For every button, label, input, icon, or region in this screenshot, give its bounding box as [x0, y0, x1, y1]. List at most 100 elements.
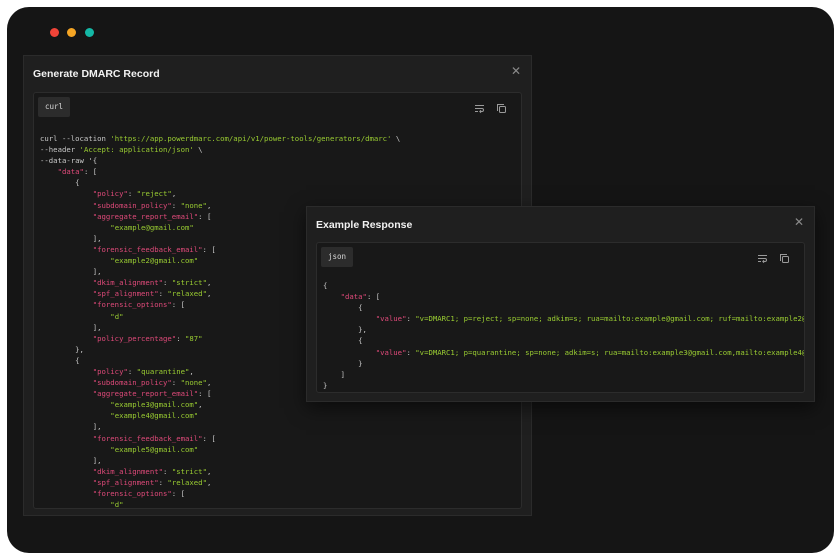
- code-key: "data": [340, 292, 367, 302]
- window-minimize-dot[interactable]: [67, 28, 76, 37]
- code-punct: curl --location: [40, 134, 111, 143]
- code-key: "aggregate_report_email": [92, 389, 199, 399]
- code-line: {: [323, 280, 804, 291]
- code-line: "example5@gmail.com": [40, 444, 400, 455]
- code-punct: : [: [198, 211, 212, 221]
- code-line: "d": [40, 499, 400, 509]
- code-punct: ,: [206, 378, 212, 388]
- code-key: "subdomain_policy": [92, 378, 172, 388]
- code-punct: ],: [92, 233, 102, 243]
- code-key: "value": [375, 347, 407, 357]
- code-key: "forensic_options": [92, 489, 172, 498]
- code-line: "value": "v=DMARC1; p=quarantine; sp=non…: [323, 347, 804, 358]
- code-string: "example2@gmail.com": [110, 256, 199, 266]
- code-punct: \: [193, 145, 203, 155]
- close-icon[interactable]: ✕: [792, 215, 806, 229]
- code-punct: }: [358, 358, 363, 368]
- code-line: "policy": "reject",: [40, 188, 400, 199]
- code-punct: ,: [171, 189, 177, 199]
- code-line: ]: [323, 369, 804, 380]
- code-line: "data": [: [40, 166, 400, 177]
- code-key: "policy": [92, 366, 128, 376]
- close-icon[interactable]: ✕: [509, 64, 523, 78]
- code-punct: ]: [340, 369, 345, 379]
- code-line: ],: [40, 455, 400, 466]
- code-punct: {: [75, 178, 80, 188]
- code-line: "data": [: [323, 291, 804, 302]
- code-string: "relaxed": [167, 289, 207, 299]
- code-punct: {: [358, 303, 363, 313]
- code-string: "strict": [171, 466, 207, 476]
- window-close-dot[interactable]: [50, 28, 59, 37]
- code-string: 'Accept: application/json': [79, 145, 194, 155]
- code-key: "spf_alignment": [92, 289, 159, 299]
- code-punct: }: [323, 380, 328, 390]
- language-tab-json[interactable]: json: [321, 247, 354, 267]
- app-window: Generate DMARC Record ✕ curl curl --loca…: [7, 7, 834, 553]
- wrap-lines-icon[interactable]: [474, 101, 485, 114]
- code-punct: : [: [83, 167, 98, 177]
- code-key: "data": [57, 167, 84, 177]
- code-line: "value": "v=DMARC1; p=reject; sp=none; a…: [323, 313, 805, 324]
- code-punct: :: [406, 314, 416, 324]
- code-punct: : [: [202, 244, 216, 254]
- code-string: "relaxed": [167, 477, 207, 487]
- wrap-lines-icon[interactable]: [757, 251, 768, 264]
- code-punct: ,: [189, 366, 194, 376]
- code-punct: ,: [206, 477, 212, 487]
- code-punct: :: [163, 466, 172, 476]
- code-punct: :: [171, 378, 181, 388]
- code-punct: :: [127, 366, 137, 376]
- code-key: "subdomain_policy": [92, 200, 172, 210]
- code-punct: :: [127, 189, 137, 199]
- code-key: "forensic_feedback_email": [92, 244, 203, 254]
- language-tab-curl[interactable]: curl: [38, 97, 71, 117]
- code-line: "forensic_options": [: [40, 488, 400, 499]
- code-line: --data-raw '{: [40, 155, 400, 166]
- code-punct: ,: [206, 466, 212, 476]
- code-key: "value": [375, 314, 407, 324]
- code-key: "policy": [92, 189, 128, 199]
- code-punct: ,: [206, 278, 212, 288]
- code-string: 'https://app.powerdmarc.com/api/v1/power…: [110, 134, 392, 143]
- code-punct: :: [176, 333, 185, 343]
- code-string: "87": [185, 333, 203, 343]
- code-line: --header 'Accept: application/json' \: [40, 144, 400, 155]
- code-line: },: [323, 324, 804, 335]
- code-punct: : [: [171, 300, 185, 310]
- code-key: "forensic_options": [92, 300, 172, 310]
- code-string: "none": [180, 200, 207, 210]
- code-punct: ],: [92, 455, 102, 465]
- code-line: {: [323, 335, 804, 346]
- code-punct: :: [163, 278, 172, 288]
- code-punct: \: [391, 134, 401, 143]
- code-line: "dkim_alignment": "strict",: [40, 466, 400, 477]
- code-string: "v=DMARC1; p=reject; sp=none; adkim=s; r…: [415, 314, 805, 324]
- code-punct: ,: [198, 400, 203, 410]
- code-key: "dkim_alignment": [92, 466, 164, 476]
- code-string: "none": [180, 378, 207, 388]
- code-string: "strict": [171, 278, 207, 288]
- code-line: "forensic_feedback_email": [: [40, 433, 400, 444]
- code-punct: --data-raw '{: [40, 156, 98, 166]
- code-string: "d": [110, 500, 124, 509]
- code-block: json { "data": [ { "value": "v=DMARC1; p…: [316, 242, 805, 393]
- code-punct: ,: [206, 289, 212, 299]
- code-line: {: [40, 177, 400, 188]
- code-line: ],: [40, 421, 400, 432]
- code-punct: {: [358, 336, 363, 346]
- code-punct: : [: [198, 389, 212, 399]
- copy-icon[interactable]: [496, 101, 507, 113]
- copy-icon[interactable]: [779, 251, 790, 263]
- code-line: {: [323, 302, 804, 313]
- panel-title: Example Response: [316, 219, 413, 231]
- code-string: "d": [110, 311, 124, 321]
- example-response-panel: Example Response ✕ json { "data": [ { "v…: [306, 206, 815, 402]
- window-maximize-dot[interactable]: [85, 28, 94, 37]
- code-string: "example5@gmail.com": [110, 444, 199, 454]
- code-punct: : [: [202, 433, 216, 443]
- code-line: curl --location 'https://app.powerdmarc.…: [40, 133, 400, 144]
- code-punct: --header: [40, 145, 80, 155]
- code-punct: : [: [171, 489, 185, 498]
- code-punct: : [: [366, 292, 381, 302]
